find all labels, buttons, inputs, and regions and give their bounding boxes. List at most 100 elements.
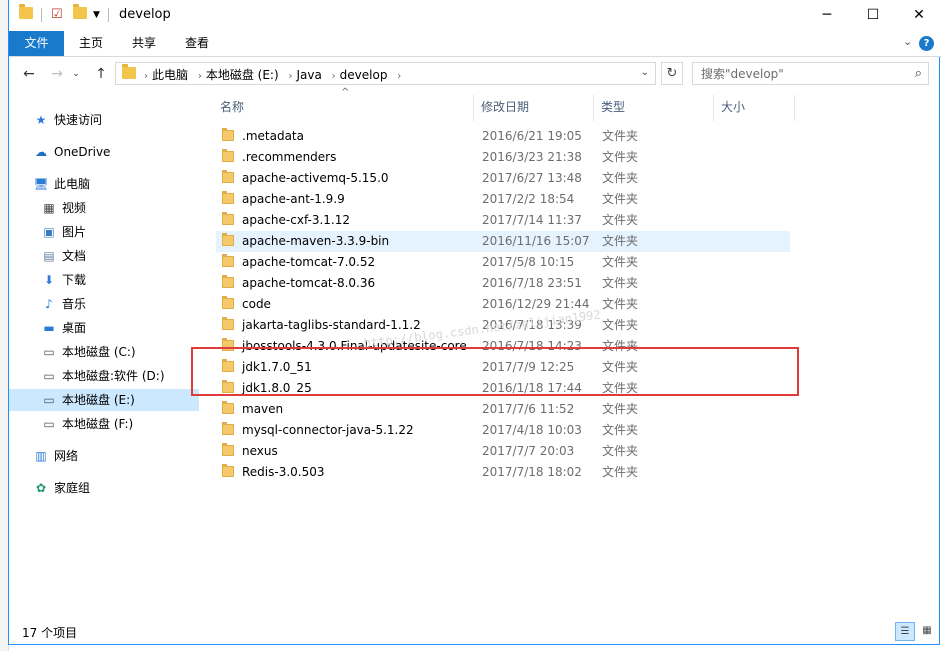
folder-icon bbox=[122, 64, 136, 82]
sidebar-item[interactable]: ★ 快速访问 bbox=[9, 109, 199, 131]
sidebar-item-label: 此电脑 bbox=[54, 177, 91, 191]
sidebar-item-label: OneDrive bbox=[54, 145, 111, 159]
tab-share[interactable]: 共享 bbox=[119, 31, 169, 56]
sidebar-item[interactable]: ▤ 文档 bbox=[9, 245, 199, 267]
sidebar-item[interactable]: ✿ 家庭组 bbox=[9, 477, 199, 499]
breadcrumb-item[interactable]: Java bbox=[296, 68, 321, 82]
details-view-button[interactable]: ☰ bbox=[895, 622, 915, 641]
search-input[interactable] bbox=[699, 66, 903, 82]
sidebar-item[interactable]: ▭ 本地磁盘 (C:) bbox=[9, 341, 199, 363]
file-row[interactable]: .recommenders 2016/3/23 21:38 文件夹 bbox=[216, 147, 790, 168]
sidebar-item-label: 下载 bbox=[62, 273, 87, 287]
file-name: apache-maven-3.3.9-bin bbox=[242, 234, 390, 248]
drive-icon: ▭ bbox=[43, 369, 55, 383]
sidebar-item[interactable]: ▥ 网络 bbox=[9, 445, 199, 467]
file-name: apache-activemq-5.15.0 bbox=[242, 171, 389, 185]
divider[interactable] bbox=[593, 95, 594, 121]
sidebar-item[interactable]: ▭ 本地磁盘 (F:) bbox=[9, 413, 199, 435]
tab-home[interactable]: 主页 bbox=[66, 31, 116, 56]
address-bar[interactable]: › 此电脑 › 本地磁盘 (E:) › Java › develop › ⌄ bbox=[115, 62, 656, 85]
sidebar-item[interactable]: ▭ 本地磁盘:软件 (D:) bbox=[9, 365, 199, 387]
sidebar-item[interactable]: ☁ OneDrive bbox=[9, 141, 199, 163]
file-row[interactable]: apache-tomcat-8.0.36 2016/7/18 23:51 文件夹 bbox=[216, 273, 790, 294]
star-icon: ★ bbox=[35, 113, 47, 127]
file-row[interactable]: Redis-3.0.503 2017/7/18 18:02 文件夹 bbox=[216, 462, 790, 483]
back-button[interactable]: ← bbox=[19, 66, 39, 82]
tab-file[interactable]: 文件 bbox=[9, 31, 64, 56]
column-name[interactable]: 名称 bbox=[220, 97, 244, 117]
cloud-icon: ☁ bbox=[35, 145, 47, 159]
file-row[interactable]: maven 2017/7/6 11:52 文件夹 bbox=[216, 399, 790, 420]
search-icon[interactable]: ⌕ bbox=[915, 66, 922, 81]
sidebar-item[interactable]: ▣ 图片 bbox=[9, 221, 199, 243]
file-row[interactable]: apache-tomcat-7.0.52 2017/5/8 10:15 文件夹 bbox=[216, 252, 790, 273]
expand-ribbon-icon[interactable]: ⌄ bbox=[903, 35, 912, 48]
customize-toolbar-icon[interactable]: ▼ bbox=[93, 10, 100, 26]
up-button[interactable]: ↑ bbox=[91, 66, 111, 82]
column-size[interactable]: 大小 bbox=[721, 97, 745, 117]
sidebar-item[interactable]: ▭ 本地磁盘 (E:) bbox=[9, 389, 199, 411]
folder-icon[interactable] bbox=[19, 4, 33, 23]
file-row[interactable]: nexus 2017/7/7 20:03 文件夹 bbox=[216, 441, 790, 462]
divider[interactable] bbox=[794, 95, 795, 121]
file-name: .metadata bbox=[242, 129, 304, 143]
file-name: apache-ant-1.9.9 bbox=[242, 192, 345, 206]
sidebar-item[interactable]: 🖥 此电脑 bbox=[9, 173, 199, 195]
sidebar-item-label: 本地磁盘:软件 (D:) bbox=[62, 369, 165, 383]
sidebar-item-label: 桌面 bbox=[62, 321, 87, 335]
maximize-button[interactable]: ☐ bbox=[850, 0, 896, 31]
file-type: 文件夹 bbox=[602, 171, 639, 185]
file-name: Redis-3.0.503 bbox=[242, 465, 325, 479]
explorer-window: ☑ ▼ develop ─ ☐ ✕ 文件 主页 共享 查看 ⌄ ? ← → ⌄ … bbox=[8, 0, 942, 645]
file-type: 文件夹 bbox=[602, 234, 639, 248]
sidebar-item[interactable]: ▦ 视频 bbox=[9, 197, 199, 219]
folder-icon bbox=[222, 149, 234, 162]
file-row[interactable]: apache-maven-3.3.9-bin 2016/11/16 15:07 文件… bbox=[216, 231, 790, 252]
sidebar-item-label: 家庭组 bbox=[54, 481, 91, 495]
sidebar-item[interactable]: ▬ 桌面 bbox=[9, 317, 199, 339]
file-name: apache-tomcat-8.0.36 bbox=[242, 276, 376, 290]
file-date: 2017/6/27 13:48 bbox=[482, 171, 582, 185]
divider[interactable] bbox=[713, 95, 714, 121]
file-row[interactable]: code 2016/12/29 21:44 文件夹 bbox=[216, 294, 790, 315]
file-type: 文件夹 bbox=[602, 129, 639, 143]
tab-view[interactable]: 查看 bbox=[172, 31, 222, 56]
sidebar-item[interactable]: ♪ 音乐 bbox=[9, 293, 199, 315]
background-window-right bbox=[940, 0, 949, 651]
sidebar-item-label: 网络 bbox=[54, 449, 79, 463]
breadcrumb-item[interactable]: 本地磁盘 (E:) bbox=[206, 68, 279, 82]
file-row[interactable]: mysql-connector-java-5.1.22 2017/4/18 10:… bbox=[216, 420, 790, 441]
file-row[interactable]: apache-cxf-3.1.12 2017/7/14 11:37 文件夹 bbox=[216, 210, 790, 231]
large-icons-view-button[interactable]: ▦ bbox=[917, 622, 937, 641]
chevron-down-icon[interactable]: ⌄ bbox=[641, 67, 649, 78]
network-icon: ▥ bbox=[35, 449, 47, 463]
refresh-button[interactable]: ↻ bbox=[661, 62, 683, 85]
breadcrumb-item[interactable]: develop bbox=[340, 68, 388, 82]
properties-icon[interactable]: ☑ bbox=[51, 7, 63, 23]
forward-button[interactable]: → bbox=[47, 66, 67, 82]
column-date[interactable]: 修改日期 bbox=[481, 97, 529, 117]
sort-ascending-icon: ^ bbox=[341, 87, 350, 98]
download-icon: ⬇ bbox=[43, 273, 55, 287]
file-row[interactable]: .metadata 2016/6/21 19:05 文件夹 bbox=[216, 126, 790, 147]
recent-locations-icon[interactable]: ⌄ bbox=[66, 69, 86, 79]
file-type: 文件夹 bbox=[602, 318, 639, 332]
divider[interactable] bbox=[473, 95, 474, 121]
breadcrumb-item[interactable]: 此电脑 bbox=[152, 68, 188, 82]
drive-icon: ▭ bbox=[43, 345, 55, 359]
chevron-right-icon: › bbox=[144, 71, 148, 82]
document-icon: ▤ bbox=[43, 249, 55, 263]
minimize-button[interactable]: ─ bbox=[804, 0, 850, 31]
file-type: 文件夹 bbox=[602, 255, 639, 269]
column-type[interactable]: 类型 bbox=[601, 97, 625, 117]
help-icon[interactable]: ? bbox=[919, 35, 934, 51]
chevron-right-icon: › bbox=[288, 71, 293, 82]
close-button[interactable]: ✕ bbox=[896, 0, 942, 31]
file-date: 2016/3/23 21:38 bbox=[482, 150, 582, 164]
search-box[interactable]: ⌕ bbox=[692, 62, 929, 85]
new-folder-icon[interactable] bbox=[73, 4, 87, 23]
file-row[interactable]: apache-ant-1.9.9 2017/2/2 18:54 文件夹 bbox=[216, 189, 790, 210]
sidebar-item[interactable]: ⬇ 下载 bbox=[9, 269, 199, 291]
divider bbox=[108, 8, 109, 22]
file-row[interactable]: apache-activemq-5.15.0 2017/6/27 13:48 文件夹 bbox=[216, 168, 790, 189]
